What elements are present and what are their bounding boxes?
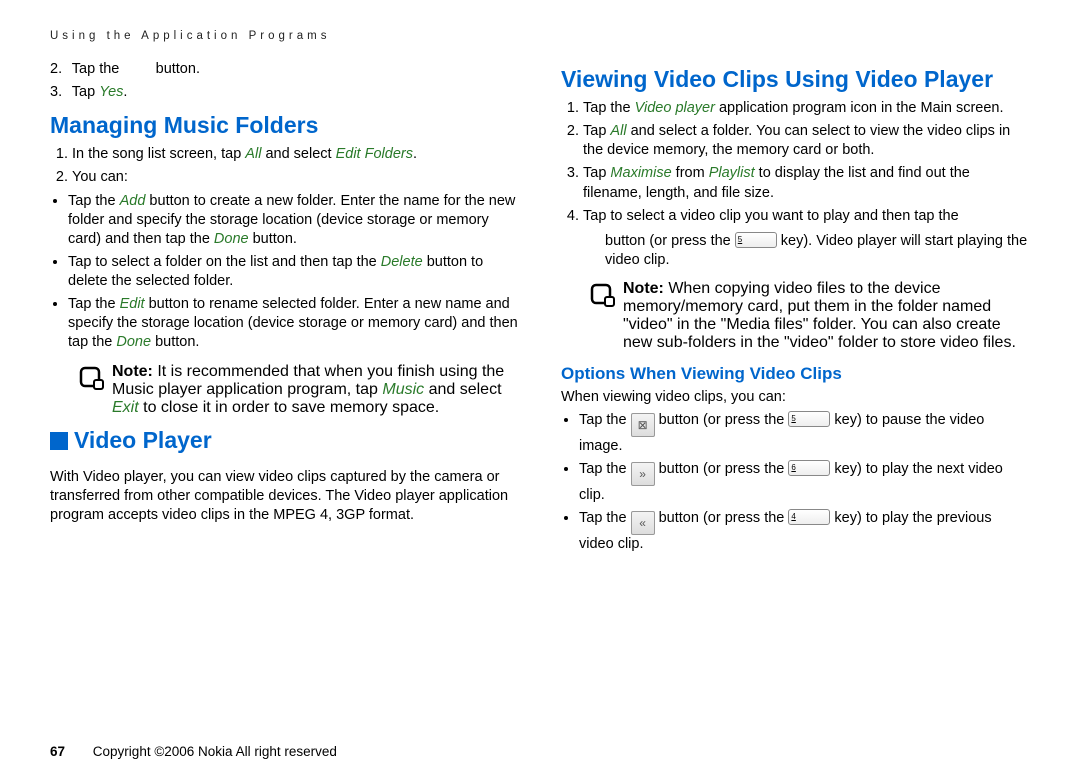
- key-5-icon-2: [788, 411, 830, 427]
- step-2: 2. Tap the button.: [50, 60, 519, 79]
- v-step-4: Tap to select a video clip you want to p…: [583, 207, 1030, 270]
- ui-music: Music: [382, 381, 424, 398]
- step-3: 3. Tap Yes.: [50, 83, 519, 102]
- ui-all-2: All: [610, 123, 626, 139]
- step-list-continued: 2. Tap the button. 3. Tap Yes.: [50, 60, 519, 102]
- ui-done-2: Done: [116, 334, 151, 350]
- note-video-folder: Note: When copying video files to the de…: [589, 280, 1030, 352]
- manage-folders-steps: In the song list screen, tap All and sel…: [50, 145, 519, 187]
- ui-done: Done: [214, 231, 249, 247]
- page-footer: 67 Copyright ©2006 Nokia All right reser…: [50, 744, 1030, 759]
- opt-pause: Tap the ⊠ button (or press the key) to p…: [579, 411, 1030, 456]
- copyright: Copyright ©2006 Nokia All right reserved: [93, 744, 337, 759]
- mf-step-2: You can:: [72, 168, 519, 187]
- note-icon: [78, 365, 104, 396]
- v-step-3: Tap Maximise from Playlist to display th…: [583, 164, 1030, 202]
- ui-video-player: Video player: [635, 100, 715, 116]
- manage-folders-bullets: Tap the Add button to create a new folde…: [50, 192, 519, 353]
- heading-managing-music-folders: Managing Music Folders: [50, 112, 519, 139]
- bullet-edit: Tap the Edit button to rename selected f…: [68, 295, 519, 352]
- right-column: Viewing Video Clips Using Video Player T…: [561, 56, 1030, 734]
- ui-all: All: [245, 146, 261, 162]
- options-bullets: Tap the ⊠ button (or press the key) to p…: [561, 411, 1030, 554]
- ui-edit: Edit: [120, 296, 145, 312]
- column-container: 2. Tap the button. 3. Tap Yes. Managing …: [50, 56, 1030, 734]
- ui-delete: Delete: [381, 254, 423, 270]
- note-music-exit: Note: It is recommended that when you fi…: [78, 363, 519, 417]
- ui-maximise: Maximise: [610, 165, 671, 181]
- mf-step-1: In the song list screen, tap All and sel…: [72, 145, 519, 164]
- ui-yes: Yes: [99, 84, 123, 100]
- v-step-4-sub: button (or press the key). Video player …: [605, 232, 1030, 270]
- note-label-2: Note:: [623, 280, 668, 297]
- video-player-intro: With Video player, you can view video cl…: [50, 468, 519, 525]
- v-step-1: Tap the Video player application program…: [583, 99, 1030, 118]
- key-5-icon: [735, 232, 777, 248]
- note-icon-2: [589, 282, 615, 313]
- running-header: Using the Application Programs: [50, 30, 1030, 42]
- page-number: 67: [50, 744, 65, 759]
- opt-prev: Tap the « button (or press the key) to p…: [579, 509, 1030, 554]
- heading-options: Options When Viewing Video Clips: [561, 364, 1030, 384]
- key-6-icon: [788, 460, 830, 476]
- ui-add: Add: [120, 193, 146, 209]
- ui-edit-folders: Edit Folders: [336, 146, 413, 162]
- options-intro: When viewing video clips, you can:: [561, 388, 1030, 407]
- bullet-delete: Tap to select a folder on the list and t…: [68, 253, 519, 291]
- next-icon: »: [631, 462, 655, 486]
- ui-playlist: Playlist: [709, 165, 755, 181]
- prev-icon: «: [631, 511, 655, 535]
- ui-exit: Exit: [112, 399, 139, 416]
- left-column: 2. Tap the button. 3. Tap Yes. Managing …: [50, 56, 519, 734]
- bullet-add: Tap the Add button to create a new folde…: [68, 192, 519, 249]
- viewing-steps: Tap the Video player application program…: [561, 99, 1030, 270]
- note-label: Note:: [112, 363, 157, 380]
- heading-video-player: Video Player: [50, 427, 519, 454]
- key-4-icon: [788, 509, 830, 525]
- opt-next: Tap the » button (or press the key) to p…: [579, 460, 1030, 505]
- v-step-2: Tap All and select a folder. You can sel…: [583, 122, 1030, 160]
- heading-viewing-clips: Viewing Video Clips Using Video Player: [561, 66, 1030, 93]
- pause-icon: ⊠: [631, 413, 655, 437]
